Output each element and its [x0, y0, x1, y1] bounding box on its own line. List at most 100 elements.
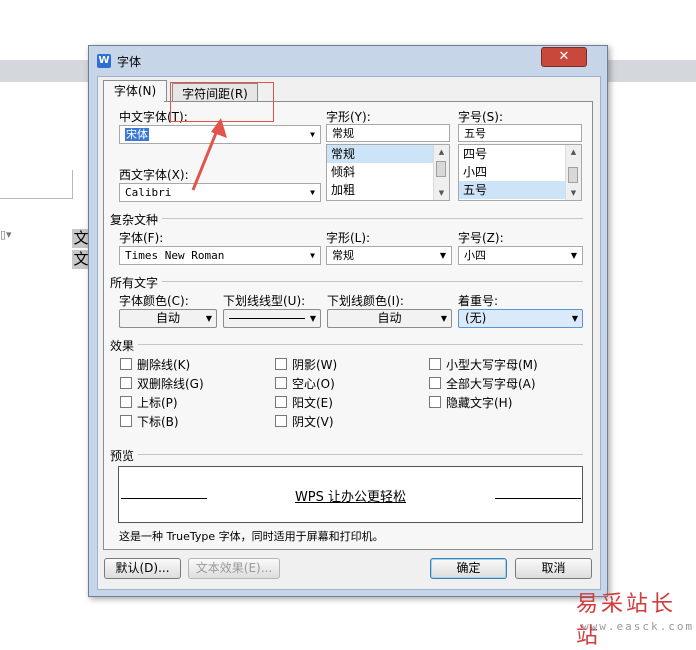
strikethrough-checkbox[interactable] [120, 358, 132, 370]
cancel-button[interactable]: 取消 [515, 558, 592, 579]
scroll-down-icon[interactable]: ▼ [434, 186, 449, 200]
group-divider [162, 281, 583, 282]
outline-checkbox[interactable] [275, 377, 287, 389]
superscript-checkbox[interactable] [120, 396, 132, 408]
list-item[interactable]: 加粗 [327, 181, 449, 199]
small-caps-checkbox[interactable] [429, 358, 441, 370]
page-icon: ▯▾ [0, 228, 12, 241]
chevron-down-icon: ▼ [310, 130, 315, 139]
preview-sample: WPS 让办公更轻松 [119, 486, 582, 505]
text-effects-button[interactable]: 文本效果(E)... [188, 558, 280, 579]
arrow-head [211, 118, 227, 138]
size-list[interactable]: 四号 小四 五号 ▲ ▼ [458, 144, 582, 201]
list-item[interactable]: 小四 [459, 163, 581, 181]
font-color-label: 字体颜色(C): [119, 294, 189, 308]
document-margin-mark [72, 170, 73, 198]
wps-app-icon: W [97, 54, 111, 68]
checkbox-label: 阴影(W) [292, 358, 338, 372]
scrollbar[interactable]: ▲ ▼ [433, 145, 449, 200]
complex-size-value: 小四 [464, 249, 486, 262]
complex-size-select[interactable]: 小四 ▼ [458, 246, 583, 265]
checkbox-label: 全部大写字母(A) [446, 377, 536, 391]
effects-group-title: 效果 [110, 339, 135, 353]
size-input[interactable]: 五号 [458, 124, 582, 142]
engrave-checkbox[interactable] [275, 415, 287, 427]
underline-color-label: 下划线颜色(I): [327, 294, 404, 308]
underline-line-preview [229, 318, 305, 319]
emphasis-mark-select[interactable]: (无) ▼ [458, 309, 583, 328]
checkbox-label: 小型大写字母(M) [446, 358, 538, 372]
subscript-checkbox[interactable] [120, 415, 132, 427]
underline-style-label: 下划线线型(U): [223, 294, 306, 308]
emphasis-mark-label: 着重号: [458, 294, 499, 308]
dialog-title: 字体 [117, 55, 142, 69]
size-label: 字号(S): [458, 110, 504, 124]
scroll-up-icon[interactable]: ▲ [434, 145, 449, 159]
arrow-shaft [191, 127, 220, 191]
font-color-value: 自动 [155, 311, 180, 325]
emphasis-mark-value: (无) [465, 311, 487, 325]
checkbox-label: 上标(P) [137, 396, 178, 410]
chevron-down-icon: ▼ [571, 314, 578, 323]
scroll-down-icon[interactable]: ▼ [566, 186, 581, 200]
complex-font-label: 字体(F): [119, 231, 164, 245]
annotation-arrow-icon [191, 118, 227, 191]
site-watermark: 易采站长站 [576, 592, 677, 649]
close-button[interactable]: ✕ [541, 47, 587, 67]
chevron-down-icon: ▼ [310, 251, 315, 260]
emboss-checkbox[interactable] [275, 396, 287, 408]
scroll-up-icon[interactable]: ▲ [566, 145, 581, 159]
document-margin-mark [0, 198, 73, 199]
site-watermark-url: www.easck.com [582, 620, 695, 633]
complex-font-select[interactable]: Times New Roman ▼ [119, 246, 321, 265]
all-text-group-title: 所有文字 [110, 276, 159, 290]
preview-group-title: 预览 [110, 449, 135, 463]
shadow-checkbox[interactable] [275, 358, 287, 370]
chevron-down-icon: ▼ [440, 314, 447, 323]
style-label: 字形(Y): [326, 110, 371, 124]
preview-sample-text: WPS 让办公更轻松 [294, 490, 407, 505]
scroll-thumb[interactable] [436, 161, 446, 177]
checkbox-label: 下标(B) [137, 415, 179, 429]
underline-color-value: 自动 [377, 311, 402, 325]
all-caps-checkbox[interactable] [429, 377, 441, 389]
complex-size-label: 字号(Z): [458, 231, 504, 245]
list-item[interactable]: 常规 [327, 145, 449, 163]
font-color-select[interactable]: 自动 ▼ [119, 309, 217, 328]
title-bar[interactable]: W 字体 ✕ [89, 46, 607, 76]
group-divider [162, 218, 583, 219]
tab-join [104, 100, 164, 102]
default-button[interactable]: 默认(D)... [104, 558, 181, 579]
list-item[interactable]: 四号 [459, 145, 581, 163]
underline-style-select[interactable]: ▼ [223, 309, 321, 328]
scrollbar[interactable]: ▲ ▼ [565, 145, 581, 200]
checkbox-label: 阴文(V) [292, 415, 334, 429]
complex-font-value: Times New Roman [125, 249, 225, 262]
western-font-label: 西文字体(X): [119, 168, 189, 182]
scroll-thumb[interactable] [568, 167, 578, 183]
chevron-down-icon: ▼ [439, 251, 446, 260]
checkbox-label: 双删除线(G) [137, 377, 204, 391]
underline-color-select[interactable]: 自动 ▼ [327, 309, 452, 328]
preview-note: 这是一种 TrueType 字体，同时适用于屏幕和打印机。 [119, 530, 384, 543]
checkbox-label: 空心(O) [292, 377, 335, 391]
style-input[interactable]: 常规 [326, 124, 450, 142]
chevron-down-icon: ▼ [205, 314, 212, 323]
hidden-text-checkbox[interactable] [429, 396, 441, 408]
list-item[interactable]: 倾斜 [327, 163, 449, 181]
chevron-down-icon: ▼ [570, 251, 577, 260]
checkbox-label: 隐藏文字(H) [446, 396, 513, 410]
double-strikethrough-checkbox[interactable] [120, 377, 132, 389]
chevron-down-icon: ▼ [309, 314, 316, 323]
preview-box: WPS 让办公更轻松 [118, 466, 583, 523]
group-divider [138, 344, 583, 345]
style-list[interactable]: 常规 倾斜 加粗 ▲ ▼ [326, 144, 450, 201]
complex-style-select[interactable]: 常规 ▼ [326, 246, 452, 265]
chinese-font-value: 宋体 [125, 128, 149, 141]
complex-script-group-title: 复杂文种 [110, 213, 159, 227]
list-item[interactable]: 五号 [459, 181, 581, 199]
western-font-value: Calibri [125, 186, 172, 199]
ok-button[interactable]: 确定 [430, 558, 507, 579]
group-divider [138, 454, 583, 455]
checkbox-label: 阳文(E) [292, 396, 333, 410]
